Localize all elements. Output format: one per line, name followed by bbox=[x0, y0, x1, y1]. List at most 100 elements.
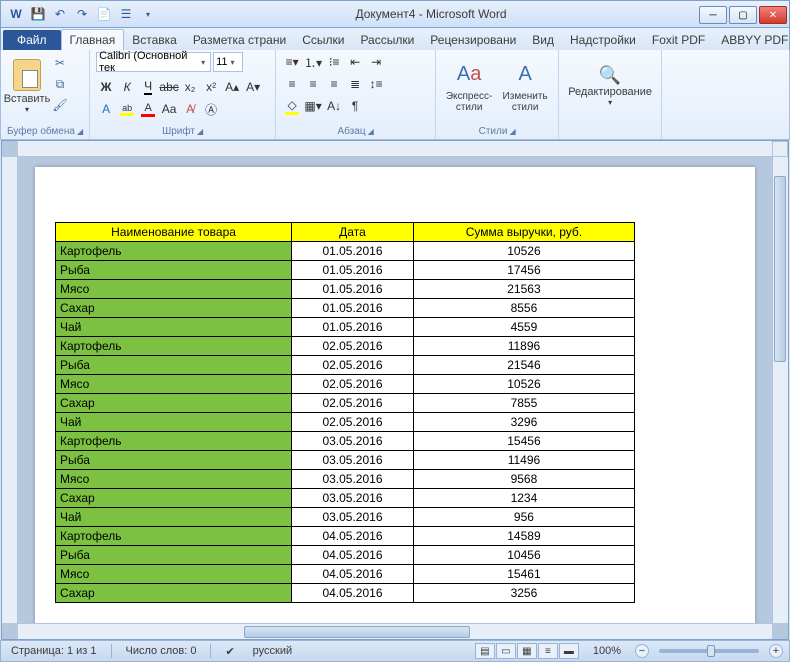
font-color-button[interactable]: A bbox=[138, 100, 158, 118]
cell-name[interactable]: Рыба bbox=[56, 451, 292, 470]
zoom-in-button[interactable]: + bbox=[769, 644, 783, 658]
table-row[interactable]: Сахар02.05.20167855 bbox=[56, 394, 635, 413]
subscript-button[interactable]: x₂ bbox=[180, 77, 200, 97]
align-right-icon[interactable]: ≡ bbox=[324, 74, 344, 94]
status-words[interactable]: Число слов: 0 bbox=[122, 645, 201, 657]
editing-button[interactable]: 🔍 Редактирование ▾ bbox=[565, 52, 655, 120]
sort-icon[interactable]: A↓ bbox=[324, 96, 344, 116]
cell-name[interactable]: Мясо bbox=[56, 375, 292, 394]
table-row[interactable]: Рыба01.05.201617456 bbox=[56, 261, 635, 280]
cell-sum[interactable]: 10456 bbox=[413, 546, 634, 565]
shrink-font-icon[interactable]: A▾ bbox=[243, 77, 263, 97]
view-print-icon[interactable]: ▤ bbox=[475, 643, 495, 659]
cell-sum[interactable]: 21546 bbox=[413, 356, 634, 375]
cell-sum[interactable]: 10526 bbox=[413, 242, 634, 261]
tab-layout[interactable]: Разметка страни bbox=[185, 30, 294, 50]
cell-sum[interactable]: 8556 bbox=[413, 299, 634, 318]
tab-mailings[interactable]: Рассылки bbox=[352, 30, 422, 50]
table-header[interactable]: Сумма выручки, руб. bbox=[413, 223, 634, 242]
superscript-button[interactable]: x² bbox=[201, 77, 221, 97]
cell-name[interactable]: Картофель bbox=[56, 527, 292, 546]
cell-sum[interactable]: 4559 bbox=[413, 318, 634, 337]
numbering-icon[interactable]: ⒈▾ bbox=[303, 52, 323, 72]
cell-date[interactable]: 02.05.2016 bbox=[292, 356, 414, 375]
align-left-icon[interactable]: ≡ bbox=[282, 74, 302, 94]
cell-sum[interactable]: 1234 bbox=[413, 489, 634, 508]
file-tab[interactable]: Файл bbox=[3, 30, 61, 50]
tab-home[interactable]: Главная bbox=[61, 29, 125, 50]
cell-date[interactable]: 01.05.2016 bbox=[292, 318, 414, 337]
table-row[interactable]: Мясо04.05.201615461 bbox=[56, 565, 635, 584]
cell-name[interactable]: Мясо bbox=[56, 470, 292, 489]
zoom-thumb[interactable] bbox=[707, 645, 715, 657]
cell-sum[interactable]: 9568 bbox=[413, 470, 634, 489]
cell-name[interactable]: Сахар bbox=[56, 299, 292, 318]
multilevel-icon[interactable]: ⁝≡ bbox=[324, 52, 344, 72]
cell-sum[interactable]: 10526 bbox=[413, 375, 634, 394]
table-row[interactable]: Картофель02.05.201611896 bbox=[56, 337, 635, 356]
cell-name[interactable]: Картофель bbox=[56, 432, 292, 451]
clear-format-icon[interactable]: A̸ bbox=[180, 99, 200, 119]
tab-foxit[interactable]: Foxit PDF bbox=[644, 30, 713, 50]
cell-date[interactable]: 03.05.2016 bbox=[292, 451, 414, 470]
table-row[interactable]: Картофель04.05.201614589 bbox=[56, 527, 635, 546]
horizontal-ruler[interactable] bbox=[18, 141, 772, 157]
horizontal-scrollbar[interactable] bbox=[18, 623, 772, 639]
italic-button[interactable]: К bbox=[117, 77, 137, 97]
hscroll-thumb[interactable] bbox=[244, 626, 470, 638]
cell-name[interactable]: Картофель bbox=[56, 242, 292, 261]
cell-date[interactable]: 03.05.2016 bbox=[292, 508, 414, 527]
grow-font-icon[interactable]: A▴ bbox=[222, 77, 242, 97]
status-proof-icon[interactable]: ✔ bbox=[221, 645, 238, 658]
justify-icon[interactable]: ≣ bbox=[345, 74, 365, 94]
table-row[interactable]: Чай03.05.2016956 bbox=[56, 508, 635, 527]
status-page[interactable]: Страница: 1 из 1 bbox=[7, 645, 101, 657]
table-row[interactable]: Мясо02.05.201610526 bbox=[56, 375, 635, 394]
vscroll-thumb[interactable] bbox=[774, 176, 786, 362]
vertical-ruler[interactable] bbox=[2, 157, 18, 623]
page-viewport[interactable]: Наименование товара Дата Сумма выручки, … bbox=[18, 157, 772, 623]
table-header[interactable]: Наименование товара bbox=[56, 223, 292, 242]
data-table[interactable]: Наименование товара Дата Сумма выручки, … bbox=[55, 222, 635, 603]
cut-icon[interactable]: ✂ bbox=[51, 54, 69, 72]
view-outline-icon[interactable]: ≡ bbox=[538, 643, 558, 659]
table-header[interactable]: Дата bbox=[292, 223, 414, 242]
cell-sum[interactable]: 17456 bbox=[413, 261, 634, 280]
qat-dropdown-icon[interactable]: ▾ bbox=[139, 5, 157, 23]
change-case-button[interactable]: Aa bbox=[159, 99, 179, 119]
line-spacing-icon[interactable]: ↕≡ bbox=[366, 74, 386, 94]
zoom-out-button[interactable]: − bbox=[635, 644, 649, 658]
tab-addins[interactable]: Надстройки bbox=[562, 30, 644, 50]
format-painter-icon[interactable]: 🖌 bbox=[51, 96, 69, 114]
tab-view[interactable]: Вид bbox=[524, 30, 562, 50]
dec-indent-icon[interactable]: ⇤ bbox=[345, 52, 365, 72]
view-web-icon[interactable]: ▦ bbox=[517, 643, 537, 659]
tab-references[interactable]: Ссылки bbox=[294, 30, 352, 50]
underline-button[interactable]: Ч bbox=[138, 77, 158, 97]
tab-review[interactable]: Рецензировани bbox=[422, 30, 524, 50]
cell-name[interactable]: Сахар bbox=[56, 584, 292, 603]
cell-date[interactable]: 04.05.2016 bbox=[292, 527, 414, 546]
zoom-level[interactable]: 100% bbox=[589, 645, 625, 657]
align-center-icon[interactable]: ≡ bbox=[303, 74, 323, 94]
font-size-combo[interactable]: 11▾ bbox=[213, 52, 243, 72]
cell-sum[interactable]: 956 bbox=[413, 508, 634, 527]
dialog-launcher-icon[interactable]: ◢ bbox=[509, 124, 515, 139]
cell-date[interactable]: 01.05.2016 bbox=[292, 299, 414, 318]
cell-sum[interactable]: 14589 bbox=[413, 527, 634, 546]
cell-sum[interactable]: 11896 bbox=[413, 337, 634, 356]
cell-sum[interactable]: 15456 bbox=[413, 432, 634, 451]
cell-date[interactable]: 02.05.2016 bbox=[292, 375, 414, 394]
table-row[interactable]: Сахар01.05.20168556 bbox=[56, 299, 635, 318]
cell-sum[interactable]: 21563 bbox=[413, 280, 634, 299]
cell-name[interactable]: Мясо bbox=[56, 565, 292, 584]
table-row[interactable]: Сахар03.05.20161234 bbox=[56, 489, 635, 508]
cell-sum[interactable]: 3296 bbox=[413, 413, 634, 432]
cell-name[interactable]: Рыба bbox=[56, 261, 292, 280]
cell-name[interactable]: Мясо bbox=[56, 280, 292, 299]
view-read-icon[interactable]: ▭ bbox=[496, 643, 516, 659]
change-styles-button[interactable]: A Изменить стили bbox=[498, 52, 552, 120]
cell-date[interactable]: 03.05.2016 bbox=[292, 470, 414, 489]
status-language[interactable]: русский bbox=[249, 645, 296, 657]
table-row[interactable]: Мясо03.05.20169568 bbox=[56, 470, 635, 489]
